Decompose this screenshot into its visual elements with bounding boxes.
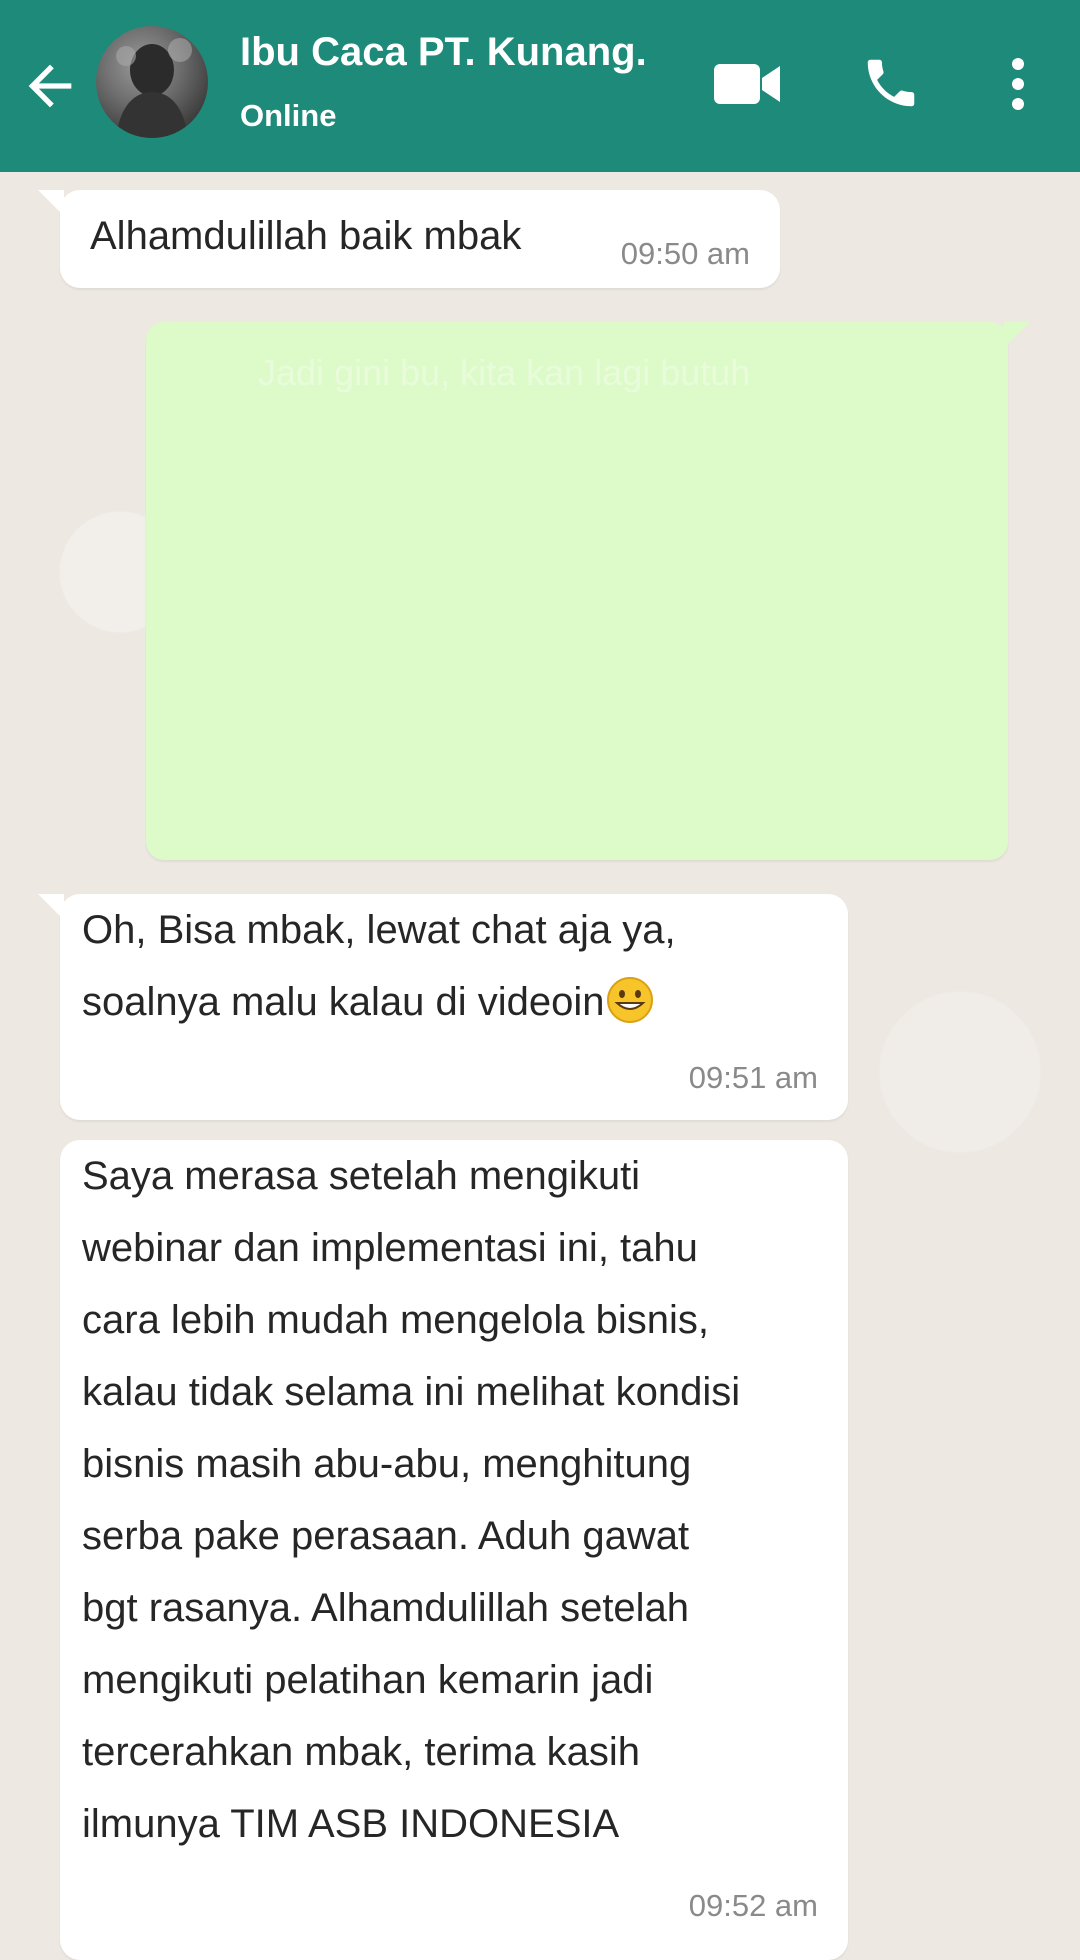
message-text: Jadi gini bu, kita kan lagi butuh xyxy=(258,352,751,393)
contact-status: Online xyxy=(240,98,337,133)
phone-call-icon[interactable] xyxy=(860,52,922,114)
message-bubble-outgoing[interactable]: Jadi gini bu, kita kan lagi butuh xyxy=(146,322,1030,860)
avatar-photo-icon xyxy=(116,38,192,138)
message-time: 09:51 am xyxy=(688,1060,818,1095)
chat-header: Ibu Caca PT. Kunang. Online xyxy=(0,0,1080,172)
more-options-icon[interactable] xyxy=(998,52,1038,116)
message-time: 09:52 am xyxy=(688,1888,818,1923)
bubble-tail xyxy=(38,190,64,216)
message-text: Alhamdulillah baik mbak xyxy=(90,214,522,258)
message-bubble-incoming[interactable]: Oh, Bisa mbak, lewat chat aja ya, soalny… xyxy=(38,894,848,1120)
message-time: 09:50 am xyxy=(620,236,750,271)
message-text: Oh, Bisa mbak, lewat chat aja ya, soalny… xyxy=(82,894,822,1038)
message-text: Saya merasa setelah mengikuti webinar da… xyxy=(82,1154,741,1846)
avatar[interactable] xyxy=(96,26,208,138)
video-call-icon[interactable] xyxy=(712,58,782,110)
message-bubble-incoming[interactable]: Saya merasa setelah mengikuti webinar da… xyxy=(60,1140,848,1960)
message-text-content: Oh, Bisa mbak, lewat chat aja ya, soalny… xyxy=(82,908,676,1024)
bubble-tail xyxy=(1004,322,1030,348)
contact-name[interactable]: Ibu Caca PT. Kunang. xyxy=(240,30,647,75)
bubble-tail xyxy=(38,894,64,920)
message-bubble-incoming[interactable]: Alhamdulillah baik mbak 09:50 am xyxy=(38,190,780,288)
grinning-face-icon xyxy=(606,977,653,1023)
back-arrow-icon[interactable] xyxy=(18,54,82,118)
